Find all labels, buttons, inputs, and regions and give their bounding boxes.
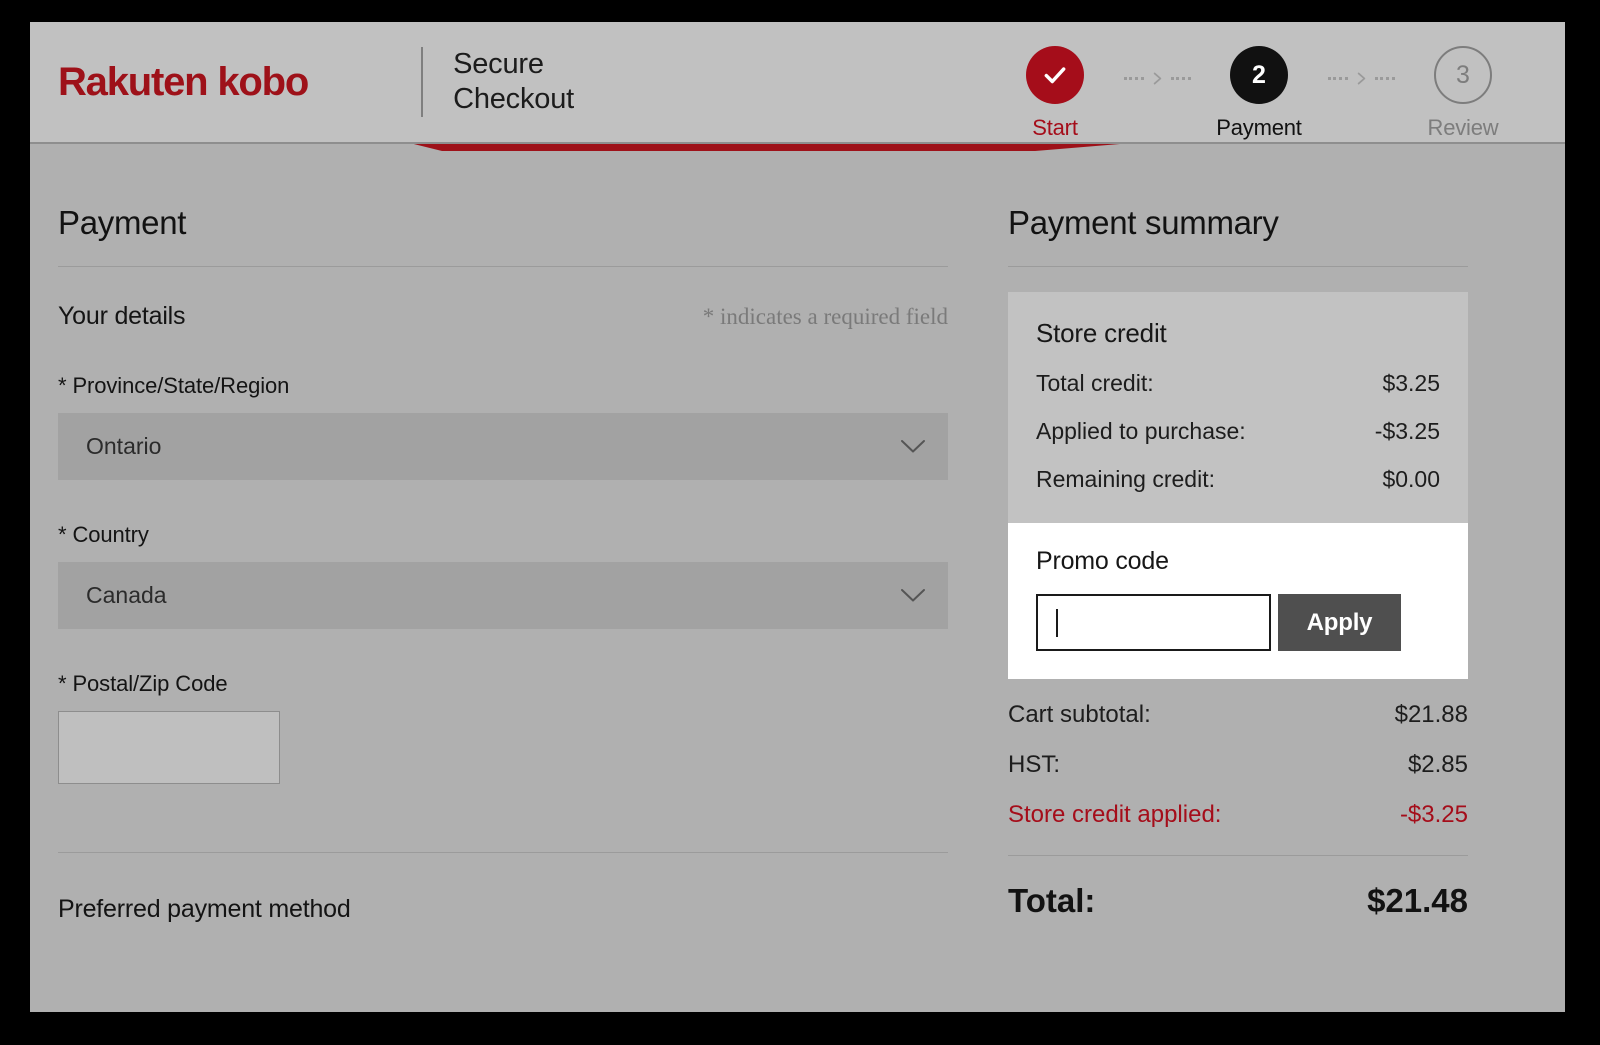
store-credit-applied-row: Store credit applied: -$3.25: [1008, 801, 1468, 829]
text-cursor: [1056, 609, 1058, 637]
required-field-note: * indicates a required field: [703, 304, 948, 330]
your-details-heading: Your details: [58, 302, 185, 331]
province-label: * Province/State/Region: [58, 373, 948, 399]
connector2-dots-right: [1375, 77, 1395, 80]
step-payment-label: Payment: [1216, 115, 1301, 141]
store-credit-applied-label: Store credit applied:: [1008, 801, 1221, 829]
check-icon: [1042, 62, 1068, 88]
cart-subtotal-value: $21.88: [1395, 701, 1468, 729]
chevron-right-icon: [1355, 72, 1368, 85]
store-credit-row: Applied to purchase: -$3.25: [1036, 418, 1440, 445]
province-select[interactable]: Ontario: [58, 413, 948, 480]
remaining-credit-value: $0.00: [1382, 466, 1440, 493]
grand-total-row: Total: $21.48: [1008, 882, 1468, 920]
country-select-value: Canada: [86, 582, 167, 609]
store-credit-row: Total credit: $3.25: [1036, 370, 1440, 397]
payment-form-column: Payment Your details * indicates a requi…: [58, 144, 976, 924]
promo-code-input[interactable]: [1036, 594, 1271, 651]
chevron-down-icon: [900, 588, 926, 603]
logo-swoosh-icon: [414, 144, 1120, 151]
step-start-circle: [1026, 46, 1084, 104]
preferred-payment-heading: Preferred payment method: [58, 895, 948, 924]
apply-promo-button[interactable]: Apply: [1278, 594, 1401, 651]
form-divider: [58, 852, 948, 853]
checkout-page: Rakuten kobo Secure Checkout Start: [30, 22, 1565, 1012]
store-credit-title: Store credit: [1036, 318, 1440, 349]
grand-total-label: Total:: [1008, 882, 1095, 920]
step-start[interactable]: Start: [989, 46, 1121, 141]
hst-label: HST:: [1008, 751, 1060, 779]
step-payment-circle: 2: [1230, 46, 1288, 104]
store-credit-row: Remaining credit: $0.00: [1036, 466, 1440, 493]
hst-row: HST: $2.85: [1008, 751, 1468, 779]
connector-dots-left: [1124, 77, 1144, 80]
totals-divider: [1008, 855, 1468, 856]
step-connector-2: [1325, 72, 1397, 85]
checkout-stepper: Start 2 Payment 3: [989, 46, 1529, 141]
header-divider: [421, 47, 423, 117]
summary-title: Payment summary: [1008, 144, 1468, 242]
connector-dots-right: [1171, 77, 1191, 80]
secure-checkout-line1: Secure: [453, 47, 574, 82]
promo-code-controls: Apply: [1036, 594, 1440, 651]
promo-code-title: Promo code: [1036, 547, 1440, 576]
your-details-row: Your details * indicates a required fiel…: [58, 302, 948, 331]
cart-subtotal-row: Cart subtotal: $21.88: [1008, 701, 1468, 729]
step-payment[interactable]: 2 Payment: [1193, 46, 1325, 141]
applied-credit-label: Applied to purchase:: [1036, 418, 1246, 445]
secure-checkout-title: Secure Checkout: [453, 47, 574, 118]
applied-credit-value: -$3.25: [1375, 418, 1440, 445]
step-review[interactable]: 3 Review: [1397, 46, 1529, 141]
promo-code-box: Promo code Apply: [1008, 523, 1468, 679]
logo-text: Rakuten kobo: [58, 62, 308, 102]
page-body: Payment Your details * indicates a requi…: [30, 144, 1565, 924]
title-divider: [58, 266, 948, 267]
country-label: * Country: [58, 522, 948, 548]
chevron-down-icon: [900, 439, 926, 454]
postal-code-input[interactable]: [58, 711, 280, 784]
step-connector-1: [1121, 72, 1193, 85]
site-header: Rakuten kobo Secure Checkout Start: [30, 22, 1565, 144]
country-select[interactable]: Canada: [58, 562, 948, 629]
store-credit-applied-value: -$3.25: [1400, 801, 1468, 829]
payment-summary-column: Payment summary Store credit Total credi…: [1008, 144, 1468, 924]
step-review-label: Review: [1428, 115, 1499, 141]
summary-title-divider: [1008, 266, 1468, 267]
total-credit-value: $3.25: [1382, 370, 1440, 397]
step-review-circle: 3: [1434, 46, 1492, 104]
connector2-dots-left: [1328, 77, 1348, 80]
province-select-value: Ontario: [86, 433, 161, 460]
page-title: Payment: [58, 144, 948, 242]
rakuten-kobo-logo[interactable]: Rakuten kobo: [58, 62, 308, 102]
secure-checkout-line2: Checkout: [453, 82, 574, 117]
hst-value: $2.85: [1408, 751, 1468, 779]
total-credit-label: Total credit:: [1036, 370, 1154, 397]
remaining-credit-label: Remaining credit:: [1036, 466, 1215, 493]
chevron-right-icon: [1151, 72, 1164, 85]
postal-code-label: * Postal/Zip Code: [58, 671, 948, 697]
grand-total-value: $21.48: [1367, 882, 1468, 920]
step-start-label: Start: [1032, 115, 1077, 141]
store-credit-box: Store credit Total credit: $3.25 Applied…: [1008, 292, 1468, 523]
cart-subtotal-label: Cart subtotal:: [1008, 701, 1151, 729]
